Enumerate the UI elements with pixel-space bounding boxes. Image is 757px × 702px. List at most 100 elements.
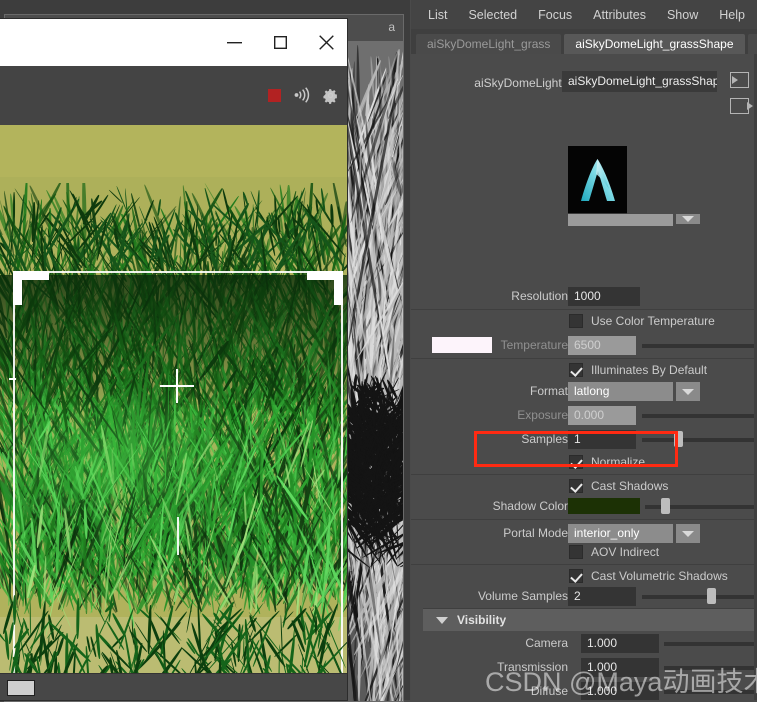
menu-list[interactable]: List bbox=[419, 4, 456, 26]
slider-knob-samples[interactable] bbox=[674, 431, 683, 447]
arnold-logo-swatch[interactable] bbox=[568, 146, 627, 213]
tab-aiskydomelight-grassshape[interactable]: aiSkyDomeLight_grassShape bbox=[564, 34, 744, 54]
menu-selected[interactable]: Selected bbox=[459, 4, 526, 26]
slider-diffuse[interactable] bbox=[664, 690, 757, 694]
render-view-window bbox=[0, 19, 347, 700]
section-visibility[interactable]: Visibility bbox=[423, 608, 757, 631]
slider-volume-samples[interactable] bbox=[642, 595, 757, 599]
label-illuminates-by-default: Illuminates By Default bbox=[591, 363, 707, 377]
application-root: a bbox=[0, 0, 757, 700]
slider-knob-shadow-color[interactable] bbox=[661, 498, 670, 514]
slider-exposure[interactable] bbox=[642, 414, 757, 418]
slider-camera[interactable] bbox=[664, 642, 757, 646]
input-temperature[interactable]: 6500 bbox=[568, 336, 636, 355]
tab-default[interactable]: defa bbox=[748, 34, 757, 54]
render-view-titlebar bbox=[0, 19, 347, 66]
partial-row-above-resolution bbox=[411, 214, 757, 238]
grass-highlight-region bbox=[0, 380, 347, 560]
label-shadow-color: Shadow Color bbox=[493, 499, 568, 513]
checkbox-illuminates-by-default[interactable] bbox=[569, 363, 583, 377]
slider-samples[interactable] bbox=[642, 438, 757, 442]
render-view-toolbar bbox=[0, 66, 347, 125]
slider-temperature[interactable] bbox=[642, 344, 757, 348]
chevron-down-icon-format[interactable] bbox=[676, 382, 700, 401]
close-button[interactable] bbox=[303, 19, 349, 66]
partial-combo-arrow[interactable] bbox=[676, 214, 700, 224]
arnold-logo-icon bbox=[568, 146, 627, 213]
broadcast-icon bbox=[293, 87, 311, 103]
label-temperature: Temperature bbox=[501, 338, 568, 352]
temperature-color-swatch[interactable] bbox=[432, 337, 492, 353]
background-tab-label: a bbox=[388, 20, 395, 34]
input-samples[interactable]: 1 bbox=[568, 430, 636, 449]
render-view-statusbar bbox=[0, 673, 347, 700]
input-connection-icon[interactable] bbox=[730, 72, 749, 88]
label-camera: Camera bbox=[525, 636, 568, 650]
node-name-input[interactable]: aiSkyDomeLight_grassShape bbox=[562, 71, 717, 92]
menu-help[interactable]: Help bbox=[710, 4, 754, 26]
attribute-editor: List Selected Focus Attributes Show Help… bbox=[411, 0, 757, 700]
slider-knob-volume-samples[interactable] bbox=[707, 588, 716, 604]
tab-aiskydomelight-grass[interactable]: aiSkyDomeLight_grass bbox=[416, 34, 561, 54]
output-connection-icon[interactable] bbox=[730, 98, 749, 114]
gate-tick-left bbox=[9, 378, 16, 380]
row-samples: Samples 1 bbox=[411, 428, 757, 452]
row-exposure: Exposure 0.000 bbox=[411, 404, 757, 428]
label-visibility: Visibility bbox=[457, 613, 506, 627]
render-view-canvas[interactable] bbox=[0, 125, 347, 693]
checkbox-normalize[interactable] bbox=[569, 455, 583, 469]
render-view-tool-group bbox=[265, 86, 339, 104]
crosshair-vertical bbox=[176, 369, 178, 403]
row-transmission: Transmission 1.000 bbox=[411, 656, 757, 680]
partial-combo[interactable] bbox=[568, 214, 673, 226]
chevron-down-icon-visibility bbox=[436, 617, 448, 624]
checkbox-cast-volumetric-shadows[interactable] bbox=[569, 569, 583, 583]
label-exposure: Exposure bbox=[517, 408, 568, 422]
row-resolution: Resolution 1000 bbox=[411, 285, 757, 309]
select-format[interactable]: latlong bbox=[568, 382, 673, 401]
broadcast-button[interactable] bbox=[293, 86, 311, 104]
minimize-button[interactable] bbox=[211, 19, 257, 66]
input-exposure[interactable]: 0.000 bbox=[568, 406, 636, 425]
label-use-color-temperature: Use Color Temperature bbox=[591, 314, 715, 328]
row-temperature: Temperature 6500 bbox=[411, 334, 757, 358]
stop-record-button[interactable] bbox=[265, 86, 283, 104]
gate-center-line bbox=[177, 517, 179, 555]
input-volume-samples[interactable]: 2 bbox=[568, 587, 636, 606]
row-use-color-temperature: Use Color Temperature bbox=[411, 309, 757, 334]
row-camera: Camera 1.000 bbox=[411, 632, 757, 656]
checkbox-use-color-temperature[interactable] bbox=[569, 314, 583, 328]
label-diffuse: Diffuse bbox=[531, 684, 568, 698]
label-portal-mode: Portal Mode bbox=[503, 526, 568, 540]
viewport-crosshair bbox=[160, 369, 194, 403]
label-samples: Samples bbox=[521, 432, 568, 446]
label-transmission: Transmission bbox=[497, 660, 568, 674]
label-cast-volumetric-shadows: Cast Volumetric Shadows bbox=[591, 569, 728, 583]
label-resolution: Resolution bbox=[511, 289, 568, 303]
label-aov-indirect: AOV Indirect bbox=[591, 545, 659, 559]
row-aov-indirect: AOV Indirect bbox=[411, 541, 757, 565]
menu-attributes[interactable]: Attributes bbox=[584, 4, 655, 26]
label-volume-samples: Volume Samples bbox=[478, 589, 568, 603]
render-status-icon bbox=[7, 680, 35, 696]
menu-show[interactable]: Show bbox=[658, 4, 707, 26]
row-shadow-color: Shadow Color bbox=[411, 495, 757, 519]
label-format: Format bbox=[530, 384, 568, 398]
shadow-color-swatch[interactable] bbox=[568, 498, 640, 514]
checkbox-aov-indirect[interactable] bbox=[569, 545, 583, 559]
checkbox-cast-shadows[interactable] bbox=[569, 479, 583, 493]
node-type-label: aiSkyDomeLight: bbox=[474, 76, 565, 90]
menu-focus[interactable]: Focus bbox=[529, 4, 581, 26]
settings-button[interactable] bbox=[321, 86, 339, 104]
arnold-logo-background bbox=[568, 146, 627, 213]
attribute-editor-tabs: aiSkyDomeLight_grass aiSkyDomeLight_gras… bbox=[411, 29, 757, 54]
minimize-icon bbox=[227, 37, 242, 48]
row-format: Format latlong bbox=[411, 380, 757, 404]
input-camera[interactable]: 1.000 bbox=[581, 634, 659, 653]
input-resolution[interactable]: 1000 bbox=[568, 287, 640, 306]
input-diffuse[interactable]: 1.000 bbox=[581, 682, 659, 700]
row-diffuse: Diffuse 1.000 bbox=[411, 680, 757, 700]
input-transmission[interactable]: 1.000 bbox=[581, 658, 659, 677]
maximize-button[interactable] bbox=[257, 19, 303, 66]
slider-transmission[interactable] bbox=[664, 666, 757, 670]
